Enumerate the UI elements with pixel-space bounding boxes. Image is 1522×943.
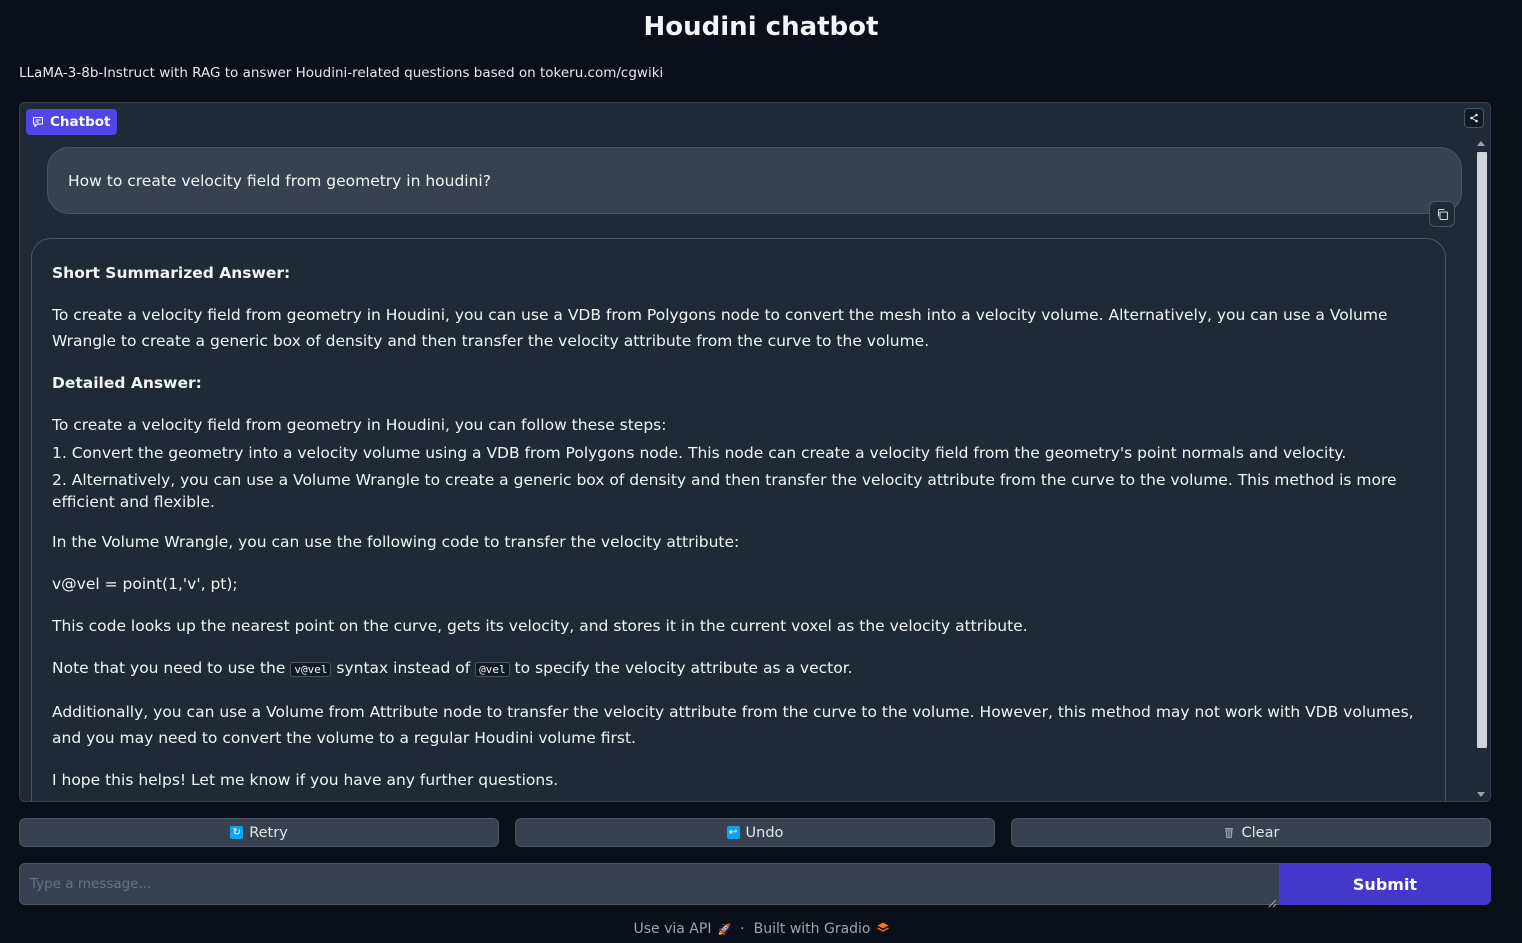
note-middle: syntax instead of — [336, 659, 471, 677]
code-explanation: This code looks up the nearest point on … — [52, 617, 1028, 635]
closing-text: I hope this helps! Let me know if you ha… — [52, 771, 559, 789]
chatbot-panel: Chatbot How to create velocity field fro… — [19, 102, 1491, 802]
wrangle-intro: In the Volume Wrangle, you can use the f… — [52, 533, 740, 551]
code-line: v@vel = point(1,'v', pt); — [52, 575, 238, 593]
summary-heading: Short Summarized Answer: — [52, 264, 291, 282]
clear-label: Clear — [1241, 824, 1280, 841]
scroll-up-arrow-icon[interactable] — [1477, 141, 1485, 146]
page-title: Houdini chatbot — [643, 12, 879, 42]
additional-text: Additionally, you can use a Volume from … — [52, 703, 1414, 747]
note-suffix: to specify the velocity attribute as a v… — [514, 659, 853, 677]
step-1: 1. Convert the geometry into a velocity … — [52, 444, 1347, 462]
detailed-heading: Detailed Answer: — [52, 374, 202, 392]
step-2: 2. Alternatively, you can use a Volume W… — [52, 471, 1397, 511]
copy-button[interactable] — [1429, 201, 1455, 227]
user-message: How to create velocity field from geomet… — [47, 147, 1462, 214]
footer-separator: · — [740, 921, 745, 937]
message-input[interactable] — [19, 863, 1279, 905]
use-via-api-link[interactable]: Use via API — [634, 921, 712, 937]
footer: Use via API 🚀 · Built with Gradio — [0, 921, 1522, 937]
scroll-thumb[interactable] — [1477, 152, 1487, 748]
retry-icon: ↻ — [230, 826, 244, 839]
undo-button[interactable]: ↩ Undo — [515, 818, 995, 847]
submit-label: Submit — [1352, 874, 1418, 894]
chat-scrollbar[interactable] — [1474, 137, 1490, 801]
chatbot-label: Chatbot — [50, 114, 111, 130]
submit-button[interactable]: Submit — [1279, 863, 1491, 905]
copy-icon — [1437, 208, 1448, 220]
inline-code-vel: @vel — [475, 662, 510, 677]
rocket-icon: 🚀 — [717, 922, 732, 936]
note-prefix: Note that you need to use the — [52, 659, 286, 677]
steps-intro: To create a velocity field from geometry… — [52, 416, 667, 434]
retry-label: Retry — [249, 824, 288, 841]
note-line: Note that you need to use the v@vel synt… — [52, 655, 1425, 683]
bot-message: Short Summarized Answer: To create a vel… — [31, 238, 1446, 801]
chatbot-label-badge: Chatbot — [26, 109, 118, 135]
action-buttons-row: ↻ Retry ↩ Undo Clear — [19, 818, 1491, 847]
share-icon — [1470, 113, 1478, 123]
inline-code-vvel: v@vel — [290, 662, 332, 677]
summary-text: To create a velocity field from geometry… — [52, 306, 1388, 350]
clear-button[interactable]: Clear — [1011, 818, 1491, 847]
wastebasket-icon — [1223, 826, 1236, 839]
user-message-text: How to create velocity field from geomet… — [68, 171, 491, 190]
built-with-gradio-link[interactable]: Built with Gradio — [754, 921, 871, 937]
scroll-down-arrow-icon[interactable] — [1477, 792, 1485, 797]
gradio-logo-icon — [876, 922, 889, 936]
chat-bubble-icon — [32, 116, 44, 128]
retry-button[interactable]: ↻ Retry — [19, 818, 499, 847]
share-button[interactable] — [1464, 108, 1484, 128]
resize-grip-icon[interactable] — [1267, 893, 1277, 908]
undo-icon: ↩ — [726, 826, 740, 839]
undo-label: Undo — [745, 824, 784, 841]
page-description: LLaMA-3-8b-Instruct with RAG to answer H… — [19, 65, 664, 81]
